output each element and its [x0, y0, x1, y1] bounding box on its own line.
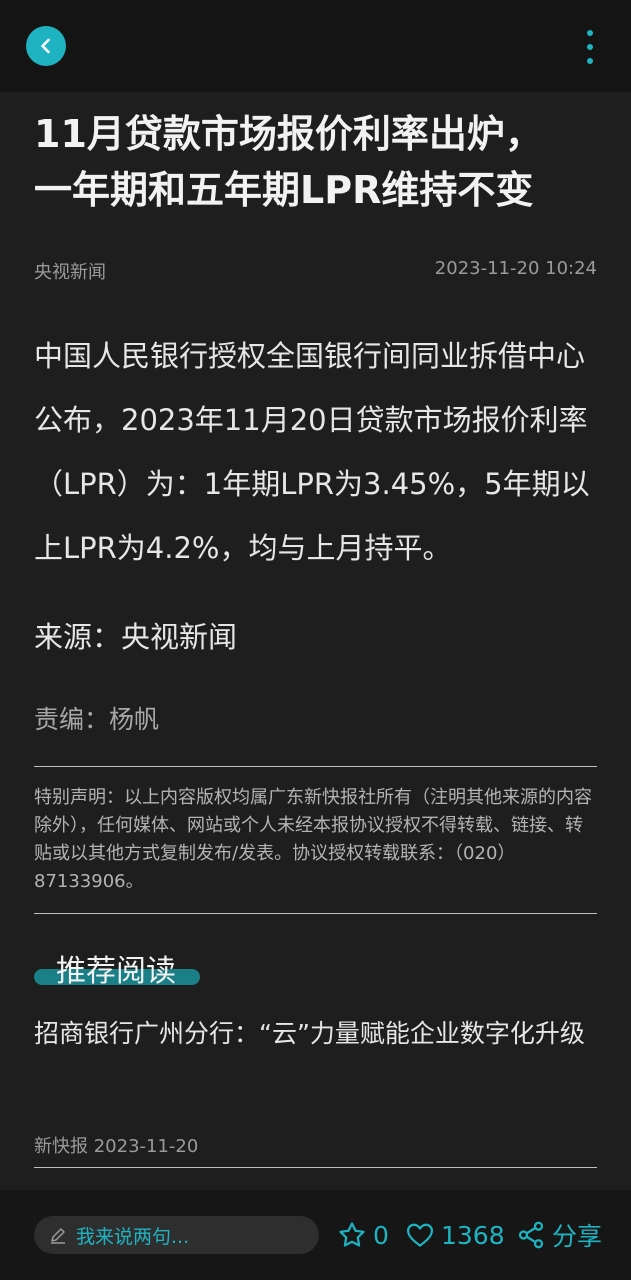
- article-title: 11月贷款市场报价利率出炉， 一年期和五年期LPR维持不变: [34, 106, 604, 218]
- article-source-line: 来源：央视新闻: [34, 620, 238, 654]
- article-title-line-1: 11月贷款市场报价利率出炉，: [34, 112, 543, 156]
- divider: [34, 1167, 597, 1168]
- article-time: 2023-11-20 10:24: [434, 258, 597, 279]
- like-button[interactable]: 1368: [405, 1218, 505, 1252]
- back-button[interactable]: [26, 26, 66, 66]
- heart-icon: [407, 1223, 433, 1247]
- more-options-button[interactable]: [580, 30, 600, 64]
- share-button[interactable]: 分享: [516, 1218, 602, 1252]
- article-body: 中国人民银行授权全国银行间同业拆借中心公布，2023年11月20日贷款市场报价利…: [34, 339, 590, 565]
- divider: [34, 913, 597, 914]
- recommend-title: 推荐阅读: [56, 954, 176, 989]
- more-vertical-icon: [587, 30, 593, 36]
- bottom-action-bar: 我来说两句... 0 1368 分享: [0, 1190, 631, 1280]
- chevron-left-icon: [41, 38, 50, 54]
- recommend-section-header: 推荐阅读: [34, 944, 204, 990]
- recommend-item-meta: 新快报 2023-11-20: [34, 1136, 199, 1157]
- favorite-button[interactable]: 0: [337, 1218, 389, 1252]
- pen-icon: [51, 1228, 65, 1244]
- share-label: 分享: [552, 1222, 603, 1251]
- star-icon: [339, 1222, 365, 1247]
- comment-placeholder: 我来说两句...: [76, 1225, 190, 1248]
- divider: [34, 766, 597, 767]
- copyright-disclaimer: 特别声明：以上内容版权均属广东新快报社所有（注明其他来源的内容除外），任何媒体、…: [34, 787, 592, 892]
- top-app-bar: [0, 0, 631, 92]
- article-title-line-2: 一年期和五年期LPR维持不变: [34, 168, 534, 212]
- like-count: 1368: [441, 1220, 505, 1250]
- article-meta: 央视新闻 2023-11-20 10:24: [34, 258, 597, 286]
- comment-input[interactable]: 我来说两句...: [34, 1216, 319, 1254]
- favorite-count: 0: [373, 1220, 389, 1250]
- article-editor-line: 责编：杨帆: [34, 705, 160, 734]
- recommend-item-title[interactable]: 招商银行广州分行：“云”力量赋能企业数字化升级: [34, 1014, 597, 1050]
- share-icon: [518, 1221, 544, 1249]
- article-source: 央视新闻: [34, 262, 106, 283]
